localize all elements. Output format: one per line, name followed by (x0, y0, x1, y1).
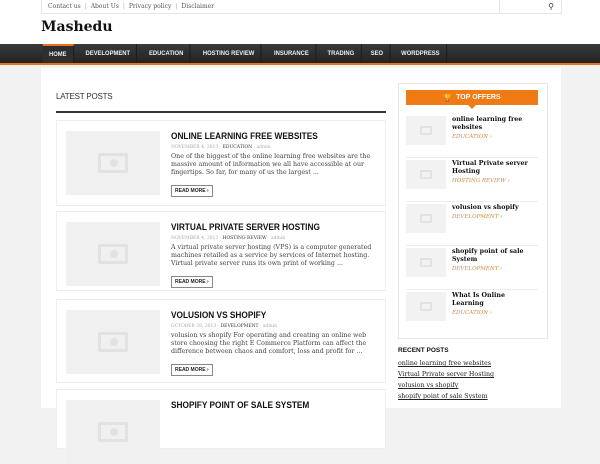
top-offers-header: 🏆 TOP OFFERS (406, 90, 538, 109)
offer-title[interactable]: shopify point of sale System (452, 248, 523, 263)
post-card: SHOPIFY POINT OF SALE SYSTEM (56, 389, 386, 464)
post-date: OCTOBER 28, 2013 (171, 324, 217, 329)
camera-icon (98, 244, 128, 264)
camera-icon (98, 422, 128, 442)
post-thumbnail[interactable] (66, 222, 160, 286)
main-nav: HOME DEVELOPMENT EDUCATION HOSTING REVIE… (0, 44, 600, 65)
widget-title: TOP OFFERS (456, 94, 501, 101)
link-privacy[interactable]: Privacy policy (129, 3, 172, 10)
offer-thumbnail (406, 248, 446, 277)
offer-title[interactable]: volusion vs shopify (452, 204, 519, 211)
image-icon (420, 170, 432, 179)
offer-title[interactable]: Virtual Private server Hosting (452, 160, 528, 175)
offer-category[interactable]: EDUCATION › (452, 133, 538, 141)
offer-thumbnail (406, 116, 446, 145)
recent-post-link[interactable]: Virtual Private server Hosting (398, 371, 494, 378)
recent-post-link[interactable]: shopify point of sale System (398, 393, 488, 400)
post-excerpt: volusion vs shopify For operating and cr… (171, 332, 367, 355)
post-thumbnail[interactable] (66, 131, 160, 195)
offer-item[interactable]: online learning free websites EDUCATION › (406, 114, 538, 158)
image-icon (420, 258, 432, 267)
top-links: Contact us | About Us | Privacy policy | Di… (41, 0, 562, 14)
link-contact[interactable]: Contact us (48, 3, 81, 10)
offer-item[interactable]: What Is Online Learning EDUCATION › (406, 290, 538, 334)
post-title[interactable]: SHOPIFY POINT OF SALE SYSTEM (171, 400, 364, 410)
trophy-icon: 🏆 (443, 94, 453, 102)
read-more-button[interactable]: READ MORE › (171, 276, 213, 288)
offer-thumbnail (406, 292, 446, 321)
post-date: NOVEMBER 4, 2013 (171, 236, 219, 241)
recent-posts-heading: RECENT POSTS (398, 347, 449, 354)
recent-post-link[interactable]: online learning free websites (398, 360, 491, 367)
post-author[interactable]: admin (263, 324, 277, 329)
offer-title[interactable]: online learning free websites (452, 116, 522, 131)
offer-category[interactable]: EDUCATION › (452, 309, 538, 317)
nav-trading[interactable]: TRADING (321, 44, 362, 63)
post-excerpt: A virtual private server hosting (VPS) i… (171, 244, 372, 267)
offer-category[interactable]: DEVELOPMENT › (452, 213, 538, 221)
post-excerpt: One of the biggest of the online learnin… (171, 153, 371, 176)
top-offers-widget: 🏆 TOP OFFERS online learning free website… (398, 83, 548, 339)
image-icon (420, 126, 432, 135)
post-thumbnail[interactable] (66, 310, 160, 374)
divider (56, 111, 386, 113)
nav-insurance[interactable]: INSURANCE (268, 44, 317, 63)
content-area: LATEST POSTS ONLINE LEARNING FREE WEBSIT… (41, 68, 561, 464)
section-heading: LATEST POSTS (56, 92, 113, 101)
image-icon (420, 214, 432, 223)
post-card: ONLINE LEARNING FREE WEBSITES NOVEMBER 4… (56, 120, 386, 206)
recent-post-link[interactable]: volusion vs shopify (398, 382, 458, 389)
post-category[interactable]: HOSTING REVIEW (223, 236, 267, 241)
link-disclaimer[interactable]: Disclaimer (181, 3, 214, 10)
post-author[interactable]: admin (256, 145, 270, 150)
image-icon (420, 302, 432, 311)
post-author[interactable]: admin (271, 236, 285, 241)
camera-icon (98, 153, 128, 173)
search-button[interactable]: ⚲ (499, 0, 561, 13)
offer-category[interactable]: HOSTING REVIEW › (452, 177, 538, 185)
offer-thumbnail (406, 204, 446, 233)
post-category[interactable]: EDUCATION (223, 145, 253, 150)
camera-icon (98, 332, 128, 352)
post-title[interactable]: ONLINE LEARNING FREE WEBSITES (171, 131, 364, 141)
nav-seo[interactable]: SEO (365, 44, 391, 63)
site-logo[interactable]: Mashedu (41, 19, 113, 35)
nav-wordpress[interactable]: WORDPRESS (395, 44, 447, 63)
nav-education[interactable]: EDUCATION (143, 44, 191, 63)
offer-title[interactable]: What Is Online Learning (452, 292, 505, 307)
offer-category[interactable]: DEVELOPMENT › (452, 265, 538, 273)
read-more-button[interactable]: READ MORE › (171, 185, 213, 197)
search-icon: ⚲ (548, 2, 554, 11)
offer-item[interactable]: Virtual Private server Hosting HOSTING RE… (406, 158, 538, 202)
post-date: NOVEMBER 4, 2013 (171, 145, 219, 150)
offer-item[interactable]: volusion vs shopify DEVELOPMENT › (406, 202, 538, 246)
nav-development[interactable]: DEVELOPMENT (79, 44, 137, 63)
post-title[interactable]: VOLUSION VS SHOPIFY (171, 310, 364, 320)
post-title[interactable]: VIRTUAL PRIVATE SERVER HOSTING (171, 222, 364, 232)
offer-item[interactable]: shopify point of sale System DEVELOPMENT … (406, 246, 538, 290)
post-card: VIRTUAL PRIVATE SERVER HOSTING NOVEMBER … (56, 211, 386, 291)
post-category[interactable]: DEVELOPMENT (221, 324, 259, 329)
nav-home[interactable]: HOME (42, 44, 74, 63)
link-about[interactable]: About Us (91, 3, 119, 10)
post-thumbnail[interactable] (66, 400, 160, 464)
post-card: VOLUSION VS SHOPIFY OCTOBER 28, 2013 · D… (56, 299, 386, 383)
nav-hosting-review[interactable]: HOSTING REVIEW (197, 44, 262, 63)
read-more-button[interactable]: READ MORE › (171, 364, 213, 376)
offer-thumbnail (406, 160, 446, 189)
